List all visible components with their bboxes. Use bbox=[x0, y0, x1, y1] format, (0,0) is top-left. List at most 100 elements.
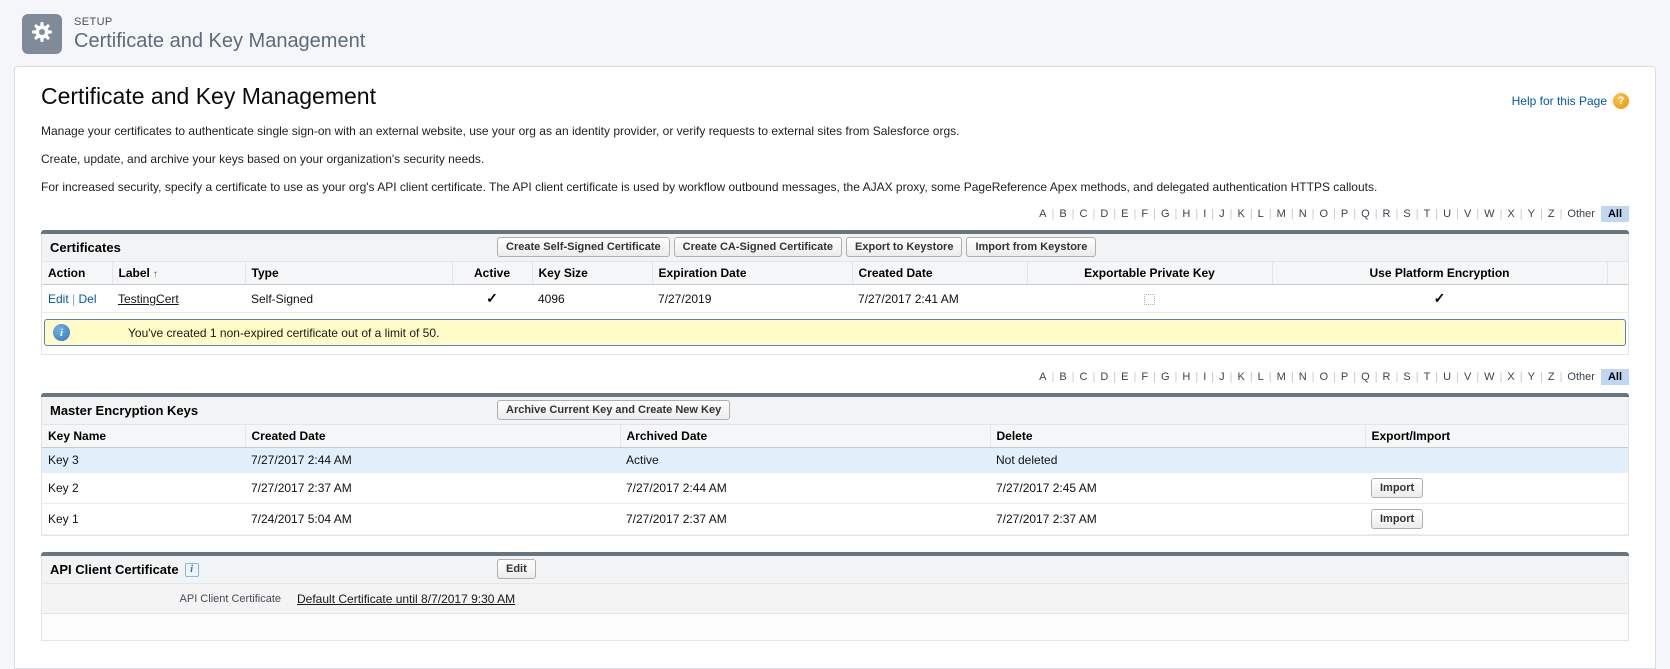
page-title: Certificate and Key Management bbox=[41, 83, 376, 110]
alpha-letter-a[interactable]: A bbox=[1035, 206, 1050, 222]
alpha-letter-x[interactable]: X bbox=[1503, 369, 1518, 385]
alpha-letter-j[interactable]: J bbox=[1215, 206, 1229, 222]
alpha-letter-x[interactable]: X bbox=[1503, 206, 1518, 222]
setup-gear-tile[interactable] bbox=[22, 14, 62, 54]
col-action[interactable]: Action bbox=[42, 262, 112, 285]
col-label[interactable]: Label↑ bbox=[112, 262, 245, 285]
alpha-separator: | bbox=[1415, 208, 1420, 220]
certificate-type: Self-Signed bbox=[245, 285, 452, 313]
certificates-title: Certificates bbox=[50, 240, 121, 255]
alpha-letter-e[interactable]: E bbox=[1117, 206, 1132, 222]
alpha-letter-c[interactable]: C bbox=[1076, 369, 1092, 385]
alpha-letter-g[interactable]: G bbox=[1157, 206, 1174, 222]
alpha-all-selected[interactable]: All bbox=[1601, 369, 1629, 385]
alpha-letter-q[interactable]: Q bbox=[1357, 369, 1374, 385]
alpha-letter-c[interactable]: C bbox=[1076, 206, 1092, 222]
alpha-separator: | bbox=[1071, 208, 1076, 220]
alpha-letter-l[interactable]: L bbox=[1254, 206, 1268, 222]
alpha-letter-r[interactable]: R bbox=[1379, 369, 1395, 385]
alpha-letter-v[interactable]: V bbox=[1460, 206, 1475, 222]
alpha-separator: | bbox=[1249, 371, 1254, 383]
alpha-letter-b[interactable]: B bbox=[1055, 369, 1070, 385]
alpha-letter-p[interactable]: P bbox=[1337, 206, 1352, 222]
alpha-letter-m[interactable]: M bbox=[1273, 369, 1290, 385]
help-for-this-page-link[interactable]: Help for this Page ? bbox=[1512, 93, 1629, 109]
api-cert-value-link[interactable]: Default Certificate until 8/7/2017 9:30 … bbox=[297, 592, 515, 606]
alpha-letter-j[interactable]: J bbox=[1215, 369, 1229, 385]
import-key-button[interactable]: Import bbox=[1371, 478, 1423, 498]
alpha-letter-o[interactable]: O bbox=[1316, 206, 1333, 222]
master-key-row: Key 1 7/24/2017 5:04 AM 7/27/2017 2:37 A… bbox=[42, 504, 1628, 535]
help-icon[interactable]: ? bbox=[1613, 93, 1629, 109]
help-link-label: Help for this Page bbox=[1512, 94, 1607, 108]
alpha-letter-k[interactable]: K bbox=[1233, 369, 1248, 385]
alpha-separator: | bbox=[1311, 208, 1316, 220]
export-to-keystore-button[interactable]: Export to Keystore bbox=[846, 237, 962, 257]
edit-api-cert-button[interactable]: Edit bbox=[497, 559, 536, 579]
alpha-letter-y[interactable]: Y bbox=[1524, 206, 1539, 222]
alpha-letter-f[interactable]: F bbox=[1137, 206, 1152, 222]
alpha-letter-n[interactable]: N bbox=[1295, 206, 1311, 222]
col-expiration-date[interactable]: Expiration Date bbox=[652, 262, 852, 285]
alpha-letter-b[interactable]: B bbox=[1055, 206, 1070, 222]
alpha-letter-y[interactable]: Y bbox=[1524, 369, 1539, 385]
col-type[interactable]: Type bbox=[245, 262, 452, 285]
setup-page-title: Certificate and Key Management bbox=[74, 30, 365, 53]
create-self-signed-certificate-button[interactable]: Create Self-Signed Certificate bbox=[497, 237, 670, 257]
archive-current-key-button[interactable]: Archive Current Key and Create New Key bbox=[497, 400, 730, 420]
alpha-letter-r[interactable]: R bbox=[1379, 206, 1395, 222]
info-icon[interactable]: i bbox=[185, 563, 199, 577]
col-active[interactable]: Active bbox=[452, 262, 532, 285]
alpha-letter-a[interactable]: A bbox=[1035, 369, 1050, 385]
alpha-letter-u[interactable]: U bbox=[1439, 369, 1455, 385]
api-cert-title: API Client Certificate i bbox=[50, 562, 199, 577]
alpha-separator: | bbox=[1290, 371, 1295, 383]
alpha-letter-t[interactable]: T bbox=[1420, 369, 1435, 385]
col-created-date[interactable]: Created Date bbox=[852, 262, 1027, 285]
alpha-letter-f[interactable]: F bbox=[1137, 369, 1152, 385]
alpha-letter-n[interactable]: N bbox=[1295, 369, 1311, 385]
alpha-letter-g[interactable]: G bbox=[1157, 369, 1174, 385]
edit-certificate-link[interactable]: Edit bbox=[48, 292, 69, 306]
title-row: Certificate and Key Management Help for … bbox=[41, 83, 1629, 110]
alpha-letter-v[interactable]: V bbox=[1460, 369, 1475, 385]
alpha-letter-k[interactable]: K bbox=[1233, 206, 1248, 222]
certificate-label-link[interactable]: TestingCert bbox=[118, 292, 179, 306]
alpha-letter-h[interactable]: H bbox=[1178, 206, 1194, 222]
import-from-keystore-button[interactable]: Import from Keystore bbox=[966, 237, 1096, 257]
delete-certificate-link[interactable]: Del bbox=[79, 292, 97, 306]
alpha-letter-l[interactable]: L bbox=[1254, 369, 1268, 385]
col-key-size[interactable]: Key Size bbox=[532, 262, 652, 285]
key-created: 7/24/2017 5:04 AM bbox=[245, 504, 620, 535]
alpha-letter-s[interactable]: S bbox=[1399, 206, 1414, 222]
alpha-letter-i[interactable]: I bbox=[1199, 206, 1210, 222]
alpha-other-link[interactable]: Other bbox=[1563, 369, 1601, 385]
alpha-letter-z[interactable]: Z bbox=[1544, 206, 1559, 222]
alpha-letter-i[interactable]: I bbox=[1199, 369, 1210, 385]
alpha-other-link[interactable]: Other bbox=[1563, 206, 1601, 222]
alpha-letter-s[interactable]: S bbox=[1399, 369, 1414, 385]
alpha-letter-d[interactable]: D bbox=[1096, 206, 1112, 222]
alpha-letter-o[interactable]: O bbox=[1316, 369, 1333, 385]
alpha-all-selected[interactable]: All bbox=[1601, 206, 1629, 222]
alpha-letter-w[interactable]: W bbox=[1480, 369, 1498, 385]
alpha-letter-q[interactable]: Q bbox=[1357, 206, 1374, 222]
alpha-letter-e[interactable]: E bbox=[1117, 369, 1132, 385]
alpha-letter-d[interactable]: D bbox=[1096, 369, 1112, 385]
alpha-letter-p[interactable]: P bbox=[1337, 369, 1352, 385]
create-ca-signed-certificate-button[interactable]: Create CA-Signed Certificate bbox=[674, 237, 842, 257]
col-use-platform-encryption[interactable]: Use Platform Encryption bbox=[1272, 262, 1607, 285]
api-client-certificate-section: API Client Certificate i Edit API Client… bbox=[41, 552, 1629, 641]
alpha-letter-m[interactable]: M bbox=[1273, 206, 1290, 222]
key-name: Key 3 bbox=[42, 448, 245, 473]
setup-header: SETUP Certificate and Key Management bbox=[0, 0, 1670, 66]
import-key-button[interactable]: Import bbox=[1371, 509, 1423, 529]
alpha-letter-z[interactable]: Z bbox=[1544, 369, 1559, 385]
alpha-letter-t[interactable]: T bbox=[1420, 206, 1435, 222]
col-exportable-private-key[interactable]: Exportable Private Key bbox=[1027, 262, 1272, 285]
alpha-letter-h[interactable]: H bbox=[1178, 369, 1194, 385]
alpha-letter-u[interactable]: U bbox=[1439, 206, 1455, 222]
setup-eyebrow: SETUP bbox=[74, 16, 365, 28]
alpha-letter-w[interactable]: W bbox=[1480, 206, 1498, 222]
certificate-limit-message: i You've created 1 non-expired certifica… bbox=[44, 319, 1626, 346]
